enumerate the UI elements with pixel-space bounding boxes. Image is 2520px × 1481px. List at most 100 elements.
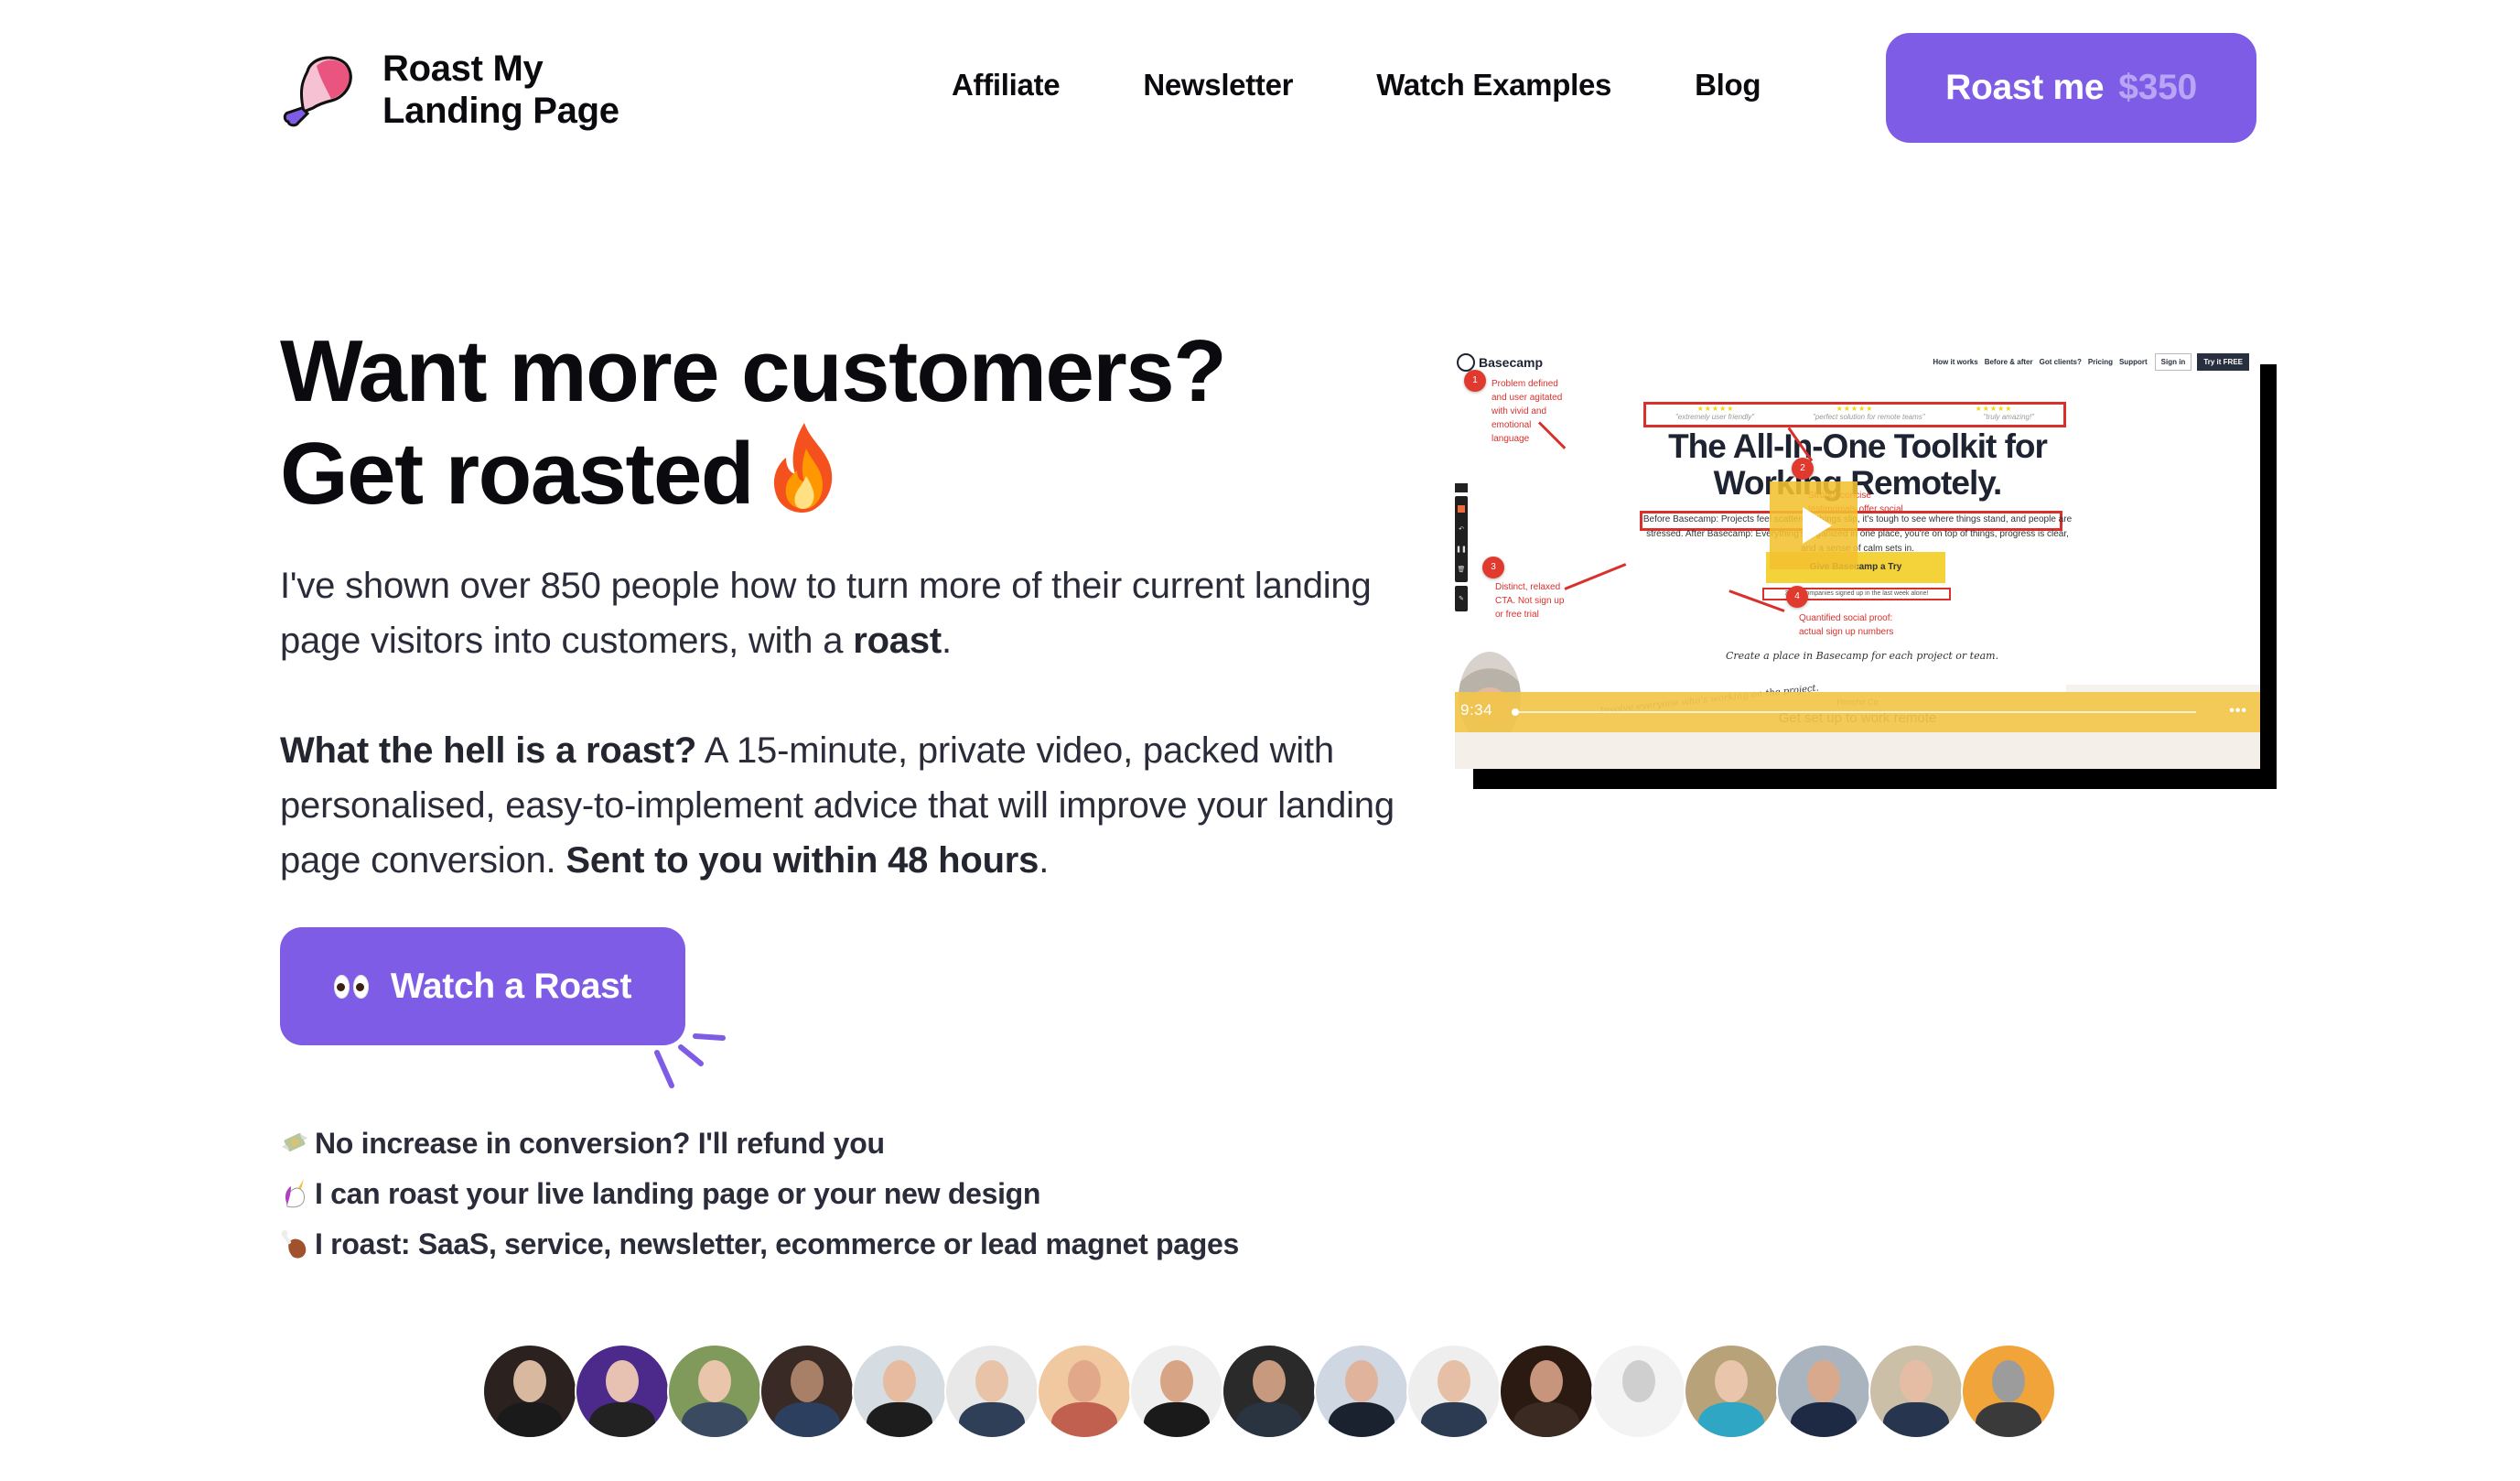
nav-watch-examples[interactable]: Watch Examples (1376, 68, 1611, 103)
pen-icon[interactable]: ✎ (1455, 589, 1468, 609)
video-site-nav: How it works Before & after Got clients?… (1926, 353, 2249, 371)
customer-avatar (1499, 1344, 1594, 1439)
avatar-body (1421, 1402, 1487, 1437)
eyes-icon (333, 974, 372, 999)
customer-avatars (482, 1344, 2056, 1439)
recorder-draw: ✎ (1455, 586, 1468, 611)
avatar-body (867, 1402, 932, 1437)
annotation-text: Quantified social proof: actual sign up … (1799, 613, 1894, 637)
record-stop-icon[interactable] (1455, 499, 1468, 519)
avatar-body (774, 1402, 840, 1437)
play-icon (1803, 507, 1832, 544)
recorder-controls: ↶ ❚❚ 🗑 (1455, 496, 1468, 582)
logo[interactable]: Roast My Landing Page (280, 48, 619, 132)
benefit-text: I roast: SaaS, service, newsletter, ecom… (315, 1227, 1240, 1260)
customer-avatar (1591, 1344, 1686, 1439)
video-progress-track[interactable] (1515, 711, 2196, 713)
customer-avatar (1776, 1344, 1871, 1439)
trash-icon[interactable]: 🗑 (1455, 559, 1468, 579)
annotation-number: 4 (1786, 586, 1808, 608)
nav-blog[interactable]: Blog (1695, 68, 1761, 103)
annotation-number: 3 (1482, 557, 1504, 578)
avatar-body (497, 1402, 563, 1437)
avatar-head (1807, 1360, 1840, 1402)
definition-end: . (1039, 840, 1050, 881)
benefit-item: I can roast your live landing page or yo… (280, 1169, 1239, 1219)
definition-delivery: Sent to you within 48 hours (565, 840, 1039, 881)
stars-icon: ★★★★★ (1696, 405, 1735, 413)
headline-line-2: Get roasted (280, 421, 1225, 524)
avatar-body (1144, 1402, 1210, 1437)
customer-avatar (667, 1344, 762, 1439)
roast-me-button[interactable]: Roast me $350 (1886, 33, 2256, 143)
more-options-icon[interactable]: ••• (2229, 703, 2247, 719)
main-nav: Affiliate Newsletter Watch Examples Blog (952, 68, 1761, 103)
recorder-timer (1455, 483, 1468, 492)
avatar-head (1253, 1360, 1286, 1402)
basecamp-logo-icon (1457, 353, 1475, 372)
intro-bold: roast (853, 621, 942, 661)
avatar-body (1513, 1402, 1579, 1437)
customer-avatar (1961, 1344, 2056, 1439)
avatar-head (1715, 1360, 1748, 1402)
avatar-head (1530, 1360, 1563, 1402)
avatar-body (1051, 1402, 1117, 1437)
fire-icon (773, 423, 833, 513)
avatar-head (791, 1360, 824, 1402)
intro-text: I've shown over 850 people how to turn m… (280, 566, 1372, 661)
customer-avatar (1129, 1344, 1224, 1439)
video-site-try-free: Try it FREE (2197, 353, 2249, 371)
avatar-body (1791, 1402, 1857, 1437)
pause-icon[interactable]: ❚❚ (1455, 539, 1468, 559)
avatar-head (1345, 1360, 1378, 1402)
video-progress-handle[interactable] (1512, 708, 1519, 716)
logo-text: Roast My Landing Page (382, 48, 619, 132)
video-site-sign-in: Sign in (2154, 353, 2192, 371)
undo-icon[interactable]: ↶ (1455, 519, 1468, 539)
headline-line-2-text: Get roasted (280, 425, 754, 523)
avatar-head (1068, 1360, 1101, 1402)
avatar-head (1992, 1360, 2025, 1402)
avatar-head (1900, 1360, 1933, 1402)
review-quote: "truly amazing!" (1983, 413, 2035, 421)
intro-end: . (942, 621, 952, 661)
avatar-body (1698, 1402, 1764, 1437)
customer-avatar (852, 1344, 947, 1439)
watch-a-roast-button[interactable]: Watch a Roast (280, 927, 685, 1045)
avatar-head (513, 1360, 546, 1402)
video-site-nav-item: How it works (1933, 358, 1978, 366)
play-button[interactable] (1770, 481, 1858, 569)
money-with-wings-icon (282, 1132, 307, 1151)
customer-avatar (1406, 1344, 1502, 1439)
benefit-text: I can roast your live landing page or yo… (315, 1177, 1041, 1210)
definition-question: What the hell is a roast? (280, 730, 697, 771)
nav-newsletter[interactable]: Newsletter (1143, 68, 1293, 103)
example-roast-video[interactable]: Basecamp How it works Before & after Got… (1455, 346, 2260, 769)
benefit-item: I roast: SaaS, service, newsletter, ecom… (280, 1219, 1239, 1270)
video-site-handwriting: Create a place in Basecamp for each proj… (1726, 650, 1999, 662)
recorder-toolbar: ↶ ❚❚ 🗑 ✎ (1455, 483, 1468, 615)
stars-icon: ★★★★★ (1836, 405, 1874, 413)
customer-avatar (575, 1344, 670, 1439)
roast-me-price: $350 (2118, 68, 2197, 107)
customer-avatar (482, 1344, 577, 1439)
headline-line-1: Want more customers? (280, 322, 1227, 420)
nav-affiliate[interactable]: Affiliate (952, 68, 1061, 103)
avatar-body (1329, 1402, 1395, 1437)
watch-a-roast-label: Watch a Roast (390, 966, 632, 1006)
benefit-list: No increase in conversion? I'll refund y… (280, 1119, 1239, 1270)
video-site-nav-item: Pricing (2087, 358, 2113, 366)
video-site-nav-item: Support (2118, 358, 2148, 366)
customer-avatar (944, 1344, 1039, 1439)
unicorn-icon (285, 1178, 305, 1207)
benefit-item: No increase in conversion? I'll refund y… (280, 1119, 1239, 1169)
avatar-head (975, 1360, 1008, 1402)
sparkle-lines-icon (654, 1033, 726, 1088)
video-site-reviews: ★★★★★ ★★★★★ ★★★★★ "extremely user friend… (1643, 402, 2066, 427)
avatar-head (1622, 1360, 1655, 1402)
avatar-head (698, 1360, 731, 1402)
annotation-number: 1 (1464, 370, 1486, 392)
customer-avatar (1684, 1344, 1779, 1439)
review-quote: "perfect solution for remote teams" (1813, 413, 1925, 421)
customer-avatar (759, 1344, 855, 1439)
